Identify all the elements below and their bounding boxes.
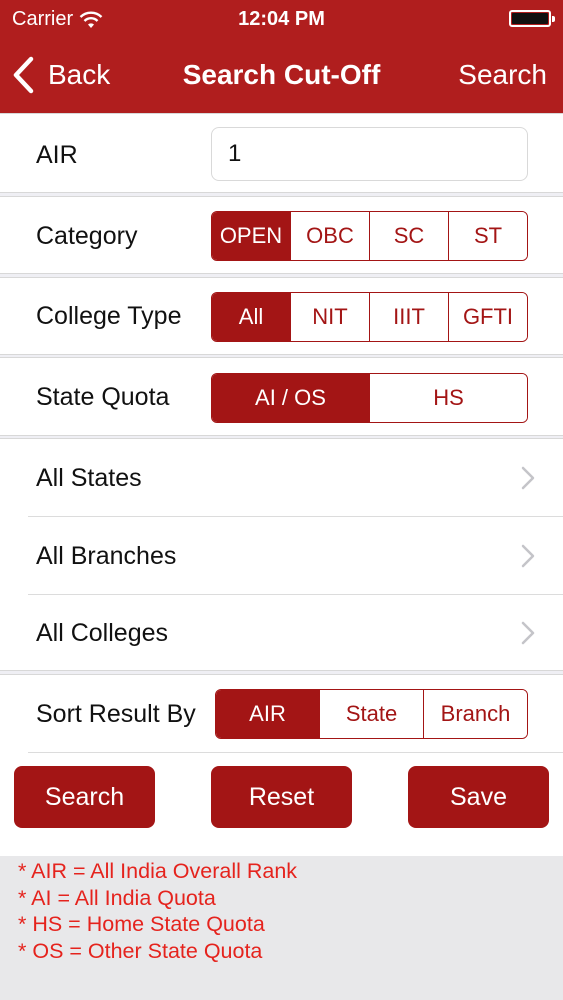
- category-option-sc[interactable]: SC: [369, 212, 448, 260]
- college-type-row: College Type All NIT IIIT GFTI: [0, 277, 563, 355]
- back-label: Back: [48, 59, 111, 90]
- state-quota-option-hs[interactable]: HS: [369, 374, 527, 422]
- note-hs: * HS = Home State Quota: [18, 912, 265, 936]
- nav-search-button[interactable]: Search: [458, 59, 547, 91]
- sort-label: Sort Result By: [36, 700, 196, 728]
- college-type-option-all[interactable]: All: [212, 293, 290, 341]
- sort-option-branch[interactable]: Branch: [423, 690, 527, 738]
- chevron-left-icon: [13, 56, 34, 94]
- navigation-bar: Back Search Cut-Off Search: [0, 38, 563, 113]
- section-divider: [28, 752, 563, 753]
- category-option-open[interactable]: OPEN: [212, 212, 290, 260]
- college-type-label: College Type: [36, 302, 182, 330]
- search-button[interactable]: Search: [14, 766, 155, 828]
- app-header: Carrier 12:04 PM Back Search Cut-Off Sea…: [0, 0, 563, 113]
- back-button[interactable]: Back: [12, 56, 110, 94]
- college-type-segmented-control: All NIT IIIT GFTI: [211, 292, 528, 342]
- all-states-label: All States: [36, 464, 142, 492]
- sort-option-state[interactable]: State: [319, 690, 423, 738]
- state-quota-segmented-control: AI / OS HS: [211, 373, 528, 423]
- college-type-option-iiit[interactable]: IIIT: [369, 293, 448, 341]
- chevron-right-icon: [521, 544, 535, 568]
- status-time: 12:04 PM: [238, 8, 325, 30]
- air-row: AIR 1: [0, 113, 563, 193]
- all-colleges-item[interactable]: All Colleges: [0, 594, 563, 672]
- college-type-option-gfti[interactable]: GFTI: [448, 293, 527, 341]
- category-label: Category: [36, 222, 138, 250]
- note-air: * AIR = All India Overall Rank: [18, 859, 298, 883]
- air-label: AIR: [36, 141, 78, 169]
- state-quota-row: State Quota AI / OS HS: [0, 357, 563, 436]
- note-os: * OS = Other State Quota: [18, 938, 263, 963]
- save-button[interactable]: Save: [408, 766, 549, 828]
- state-quota-option-ai-os[interactable]: AI / OS: [212, 374, 369, 422]
- filter-list: All States All Branches All Colleges: [0, 438, 563, 671]
- legend-notes: * AIR = All India Overall Rank * AI = Al…: [0, 856, 563, 1000]
- chevron-right-icon: [521, 466, 535, 490]
- all-colleges-label: All Colleges: [36, 619, 169, 647]
- battery-icon: [509, 10, 555, 27]
- all-branches-item[interactable]: All Branches: [0, 517, 563, 595]
- category-option-obc[interactable]: OBC: [290, 212, 369, 260]
- category-segmented-control: OPEN OBC SC ST: [211, 211, 528, 261]
- category-option-st[interactable]: ST: [448, 212, 527, 260]
- sort-segmented-control: AIR State Branch: [215, 689, 528, 739]
- sort-and-actions: Sort Result By AIR State Branch: [0, 674, 563, 856]
- college-type-option-nit[interactable]: NIT: [290, 293, 369, 341]
- air-input[interactable]: 1: [211, 127, 528, 181]
- all-states-item[interactable]: All States: [0, 439, 563, 517]
- sort-option-air[interactable]: AIR: [216, 690, 319, 738]
- reset-button[interactable]: Reset: [211, 766, 352, 828]
- note-ai: * AI = All India Quota: [18, 885, 216, 910]
- category-row: Category OPEN OBC SC ST: [0, 196, 563, 274]
- status-bar: Carrier 12:04 PM: [0, 0, 563, 38]
- chevron-right-icon: [521, 621, 535, 645]
- state-quota-label: State Quota: [36, 383, 170, 411]
- all-branches-label: All Branches: [36, 542, 177, 570]
